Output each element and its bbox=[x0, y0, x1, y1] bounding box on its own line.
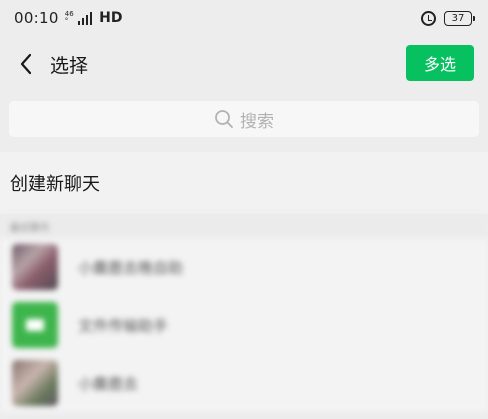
search-placeholder: 搜索 bbox=[240, 111, 274, 132]
back-button[interactable] bbox=[12, 46, 40, 82]
nav-bar: 选择 多选 bbox=[0, 36, 488, 92]
page-title: 选择 bbox=[50, 54, 89, 77]
chat-name: 文件传输助手 bbox=[78, 316, 169, 335]
status-left: 00:10 46 ° HD bbox=[14, 9, 123, 27]
battery-level: 37 bbox=[451, 12, 465, 24]
avatar bbox=[12, 302, 58, 348]
avatar bbox=[12, 360, 58, 406]
file-transfer-icon bbox=[26, 319, 44, 331]
alarm-icon bbox=[421, 10, 436, 26]
status-bar: 00:10 46 ° HD 37 bbox=[0, 0, 488, 36]
recent-chats-header: 最近聊天 bbox=[0, 214, 488, 238]
search-icon bbox=[215, 110, 233, 128]
chevron-left-icon bbox=[20, 53, 32, 75]
chat-name: 小麋鹿去 bbox=[78, 374, 139, 393]
create-new-chat-label: 创建新聊天 bbox=[10, 174, 100, 195]
chat-name: 小麋鹿去晚自助 bbox=[78, 258, 184, 277]
multi-select-button[interactable]: 多选 bbox=[406, 45, 474, 81]
list-item[interactable]: 小麋鹿去晚自助 bbox=[0, 238, 488, 296]
signal-icon bbox=[77, 11, 93, 25]
create-new-chat[interactable]: 创建新聊天 bbox=[0, 152, 488, 214]
network-type: 46 ° bbox=[65, 11, 74, 25]
recent-chats: 最近聊天 小麋鹿去晚自助 文件传输助手 小麋鹿去 bbox=[0, 214, 488, 419]
network-type-bottom: ° bbox=[64, 17, 69, 25]
status-right: 37 bbox=[421, 10, 475, 26]
search-bar[interactable]: 搜索 bbox=[9, 101, 479, 137]
battery-icon: 37 bbox=[444, 10, 475, 26]
status-time: 00:10 bbox=[14, 9, 59, 27]
list-item[interactable]: 文件传输助手 bbox=[0, 296, 488, 354]
avatar bbox=[12, 244, 58, 290]
search-input[interactable]: 搜索 bbox=[9, 101, 479, 137]
hd-indicator: HD bbox=[99, 10, 123, 26]
list-item[interactable]: 小麋鹿去 bbox=[0, 354, 488, 412]
